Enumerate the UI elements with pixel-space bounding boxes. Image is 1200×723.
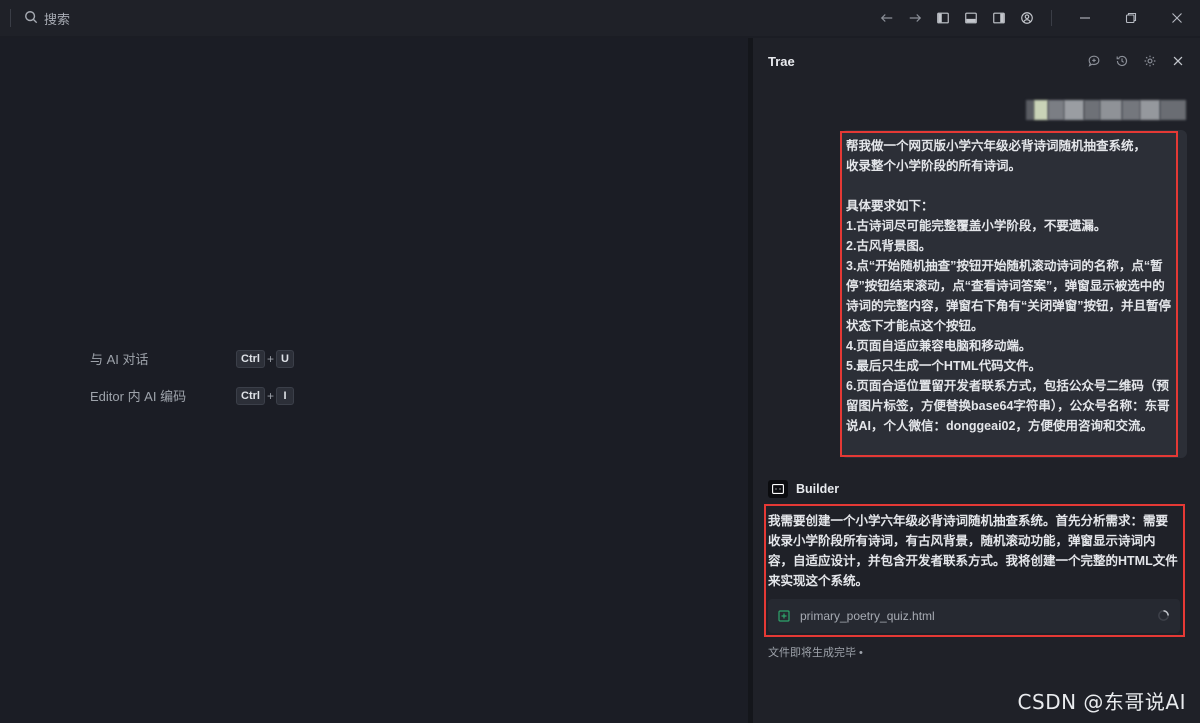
search-icon xyxy=(24,10,38,27)
assistant-header: Builder xyxy=(768,480,839,498)
generation-status: 文件即将生成完毕 • xyxy=(768,647,863,659)
search-placeholder: 搜索 xyxy=(44,12,71,27)
assistant-name: Builder xyxy=(796,482,840,496)
history-icon[interactable] xyxy=(1108,50,1136,72)
ai-chat-panel: Trae 帮我做一个网页版小学六年级必背诗词随机抽查系统， 收录整个小学阶段的所… xyxy=(753,38,1200,723)
minimize-icon[interactable] xyxy=(1062,0,1108,36)
back-arrow-icon[interactable] xyxy=(873,0,901,36)
key-plus: + xyxy=(266,351,274,366)
toggle-left-panel-icon[interactable] xyxy=(929,0,957,36)
title-bar-controls xyxy=(873,0,1200,36)
key-ctrl: Ctrl xyxy=(236,386,265,405)
watermark: CSDN @东哥说AI xyxy=(1017,690,1186,714)
settings-icon[interactable] xyxy=(1136,50,1164,72)
shortcut-editor-ai-coding: Editor 内 AI 编码 Ctrl + I xyxy=(90,386,294,405)
title-bar: 搜索 xyxy=(0,0,1200,36)
editor-area: 与 AI 对话 Ctrl + U Editor 内 AI 编码 Ctrl + I xyxy=(0,38,748,723)
key-plus: + xyxy=(266,388,274,403)
shortcut-chat-with-ai: 与 AI 对话 Ctrl + U xyxy=(90,349,294,368)
close-icon[interactable] xyxy=(1164,50,1192,72)
builder-logo-icon xyxy=(768,480,788,498)
assistant-message-text: 我需要创建一个小学六年级必背诗词随机抽查系统。首先分析需求：需要收录小学阶段所有… xyxy=(768,514,1178,588)
file-add-icon xyxy=(778,610,790,622)
avatar xyxy=(1026,100,1034,120)
new-chat-icon[interactable] xyxy=(1080,50,1108,72)
close-window-icon[interactable] xyxy=(1154,0,1200,36)
file-name: primary_poetry_quiz.html xyxy=(800,609,935,623)
forward-arrow-icon[interactable] xyxy=(901,0,929,36)
shortcut-label: Editor 内 AI 编码 xyxy=(90,389,187,404)
user-identity-blurred xyxy=(1026,100,1186,120)
search-box[interactable]: 搜索 xyxy=(24,9,70,28)
shortcut-label: 与 AI 对话 xyxy=(90,352,149,367)
key-ctrl: Ctrl xyxy=(236,349,265,368)
restore-icon[interactable] xyxy=(1108,0,1154,36)
key-i: I xyxy=(275,386,294,405)
key-u: U xyxy=(275,349,294,368)
chat-panel-title: Trae xyxy=(768,54,795,69)
title-bar-separator xyxy=(1051,10,1052,26)
toggle-right-panel-icon[interactable] xyxy=(985,0,1013,36)
toggle-bottom-panel-icon[interactable] xyxy=(957,0,985,36)
chat-header-actions xyxy=(1080,50,1192,72)
user-message-text: 帮我做一个网页版小学六年级必背诗词随机抽查系统， 收录整个小学阶段的所有诗词。 … xyxy=(846,139,1172,433)
account-icon[interactable] xyxy=(1013,0,1041,36)
generated-file-card[interactable]: primary_poetry_quiz.html xyxy=(768,599,1180,633)
loading-spinner-icon xyxy=(1158,610,1169,621)
title-bar-divider xyxy=(10,9,11,27)
